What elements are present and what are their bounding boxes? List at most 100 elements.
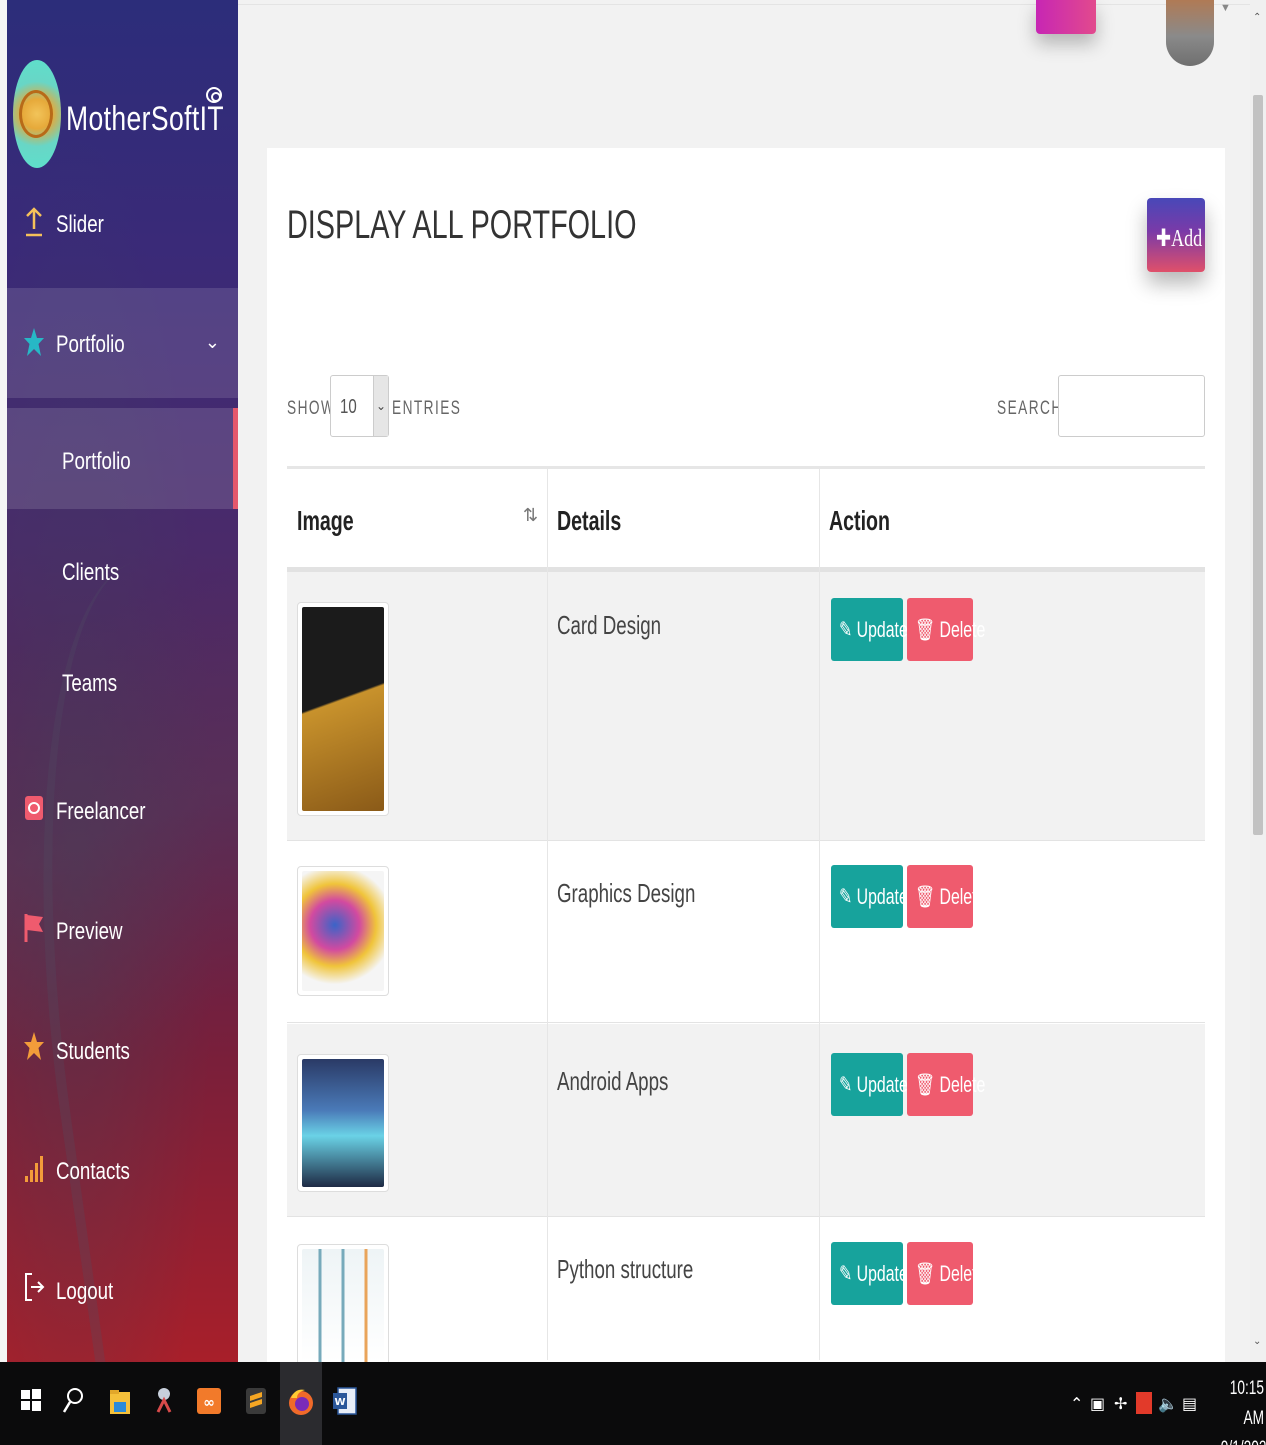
- brand-logo: [13, 60, 61, 168]
- column-header-details[interactable]: Details: [547, 469, 819, 569]
- portfolio-detail: Python structure: [557, 1254, 694, 1284]
- taskbar: ∞ W ⌃ ▣ ✢ 🔈 ▤ 10:15 AM 9/1/2020: [0, 1362, 1266, 1445]
- chevron-down-icon: ⌄: [373, 376, 388, 436]
- table-row: Card Design ✎ Update 🗑 Delete: [287, 572, 1205, 841]
- sidebar-item-freelancer[interactable]: Freelancer: [7, 790, 238, 834]
- sort-icon[interactable]: ⇅: [523, 505, 538, 526]
- table-header: Image ⇅ Details Action: [287, 466, 1205, 572]
- scroll-down-icon[interactable]: ⌄: [1253, 1336, 1261, 1347]
- sidebar-item-label: Teams: [62, 670, 118, 697]
- sidebar-subitem-portfolio[interactable]: Portfolio: [7, 408, 238, 509]
- brand-name: MotherSoftIT: [66, 100, 224, 138]
- upload-icon: [23, 205, 45, 246]
- sidebar-item-students[interactable]: Students: [7, 1030, 238, 1074]
- portfolio-detail: Card Design: [557, 610, 662, 640]
- sidebar-toggle-icon[interactable]: [206, 87, 222, 103]
- chevron-up-icon[interactable]: ⌃: [1070, 1394, 1083, 1414]
- portfolio-thumbnail: [297, 1244, 389, 1368]
- screen: MotherSoftIT Slider Portfolio ⌄ Portfoli…: [0, 0, 1266, 1445]
- sidebar-item-label: Freelancer: [56, 798, 146, 825]
- sidebar-item-label: Portfolio: [62, 448, 131, 475]
- edit-icon: ✎: [839, 884, 853, 909]
- star-icon: [23, 1030, 45, 1071]
- bar-chart-icon: [23, 1150, 45, 1191]
- antivirus-icon[interactable]: [1136, 1392, 1152, 1414]
- portfolio-detail: Android Apps: [557, 1066, 669, 1096]
- sidebar-item-label: Clients: [62, 559, 120, 586]
- sidebar-item-label: Students: [56, 1038, 130, 1065]
- window-edge: [0, 0, 7, 1362]
- topbar-button[interactable]: [1036, 0, 1096, 34]
- portfolio-thumbnail: [297, 1054, 389, 1192]
- delete-button[interactable]: 🗑 Delete: [907, 1242, 985, 1305]
- chevron-down-icon: ⌄: [204, 332, 220, 352]
- sidebar-item-label: Slider: [56, 211, 104, 238]
- show-label: SHOW: [287, 398, 336, 419]
- column-header-image[interactable]: Image ⇅: [287, 469, 547, 569]
- star-icon: [23, 326, 45, 367]
- windows-start-icon[interactable]: [18, 1386, 44, 1422]
- trash-icon: 🗑: [915, 1072, 936, 1097]
- trash-icon: 🗑: [915, 617, 936, 642]
- sidebar-item-contacts[interactable]: Contacts: [7, 1150, 238, 1194]
- portfolio-card: DISPLAY ALL PORTFOLIO ✚Add SHOW 10 ⌄ ENT…: [267, 148, 1225, 1368]
- sidebar-item-preview[interactable]: Preview: [7, 910, 238, 954]
- entries-label: ENTRIES: [392, 398, 462, 419]
- notification-icon[interactable]: ▤: [1182, 1394, 1197, 1414]
- entries-select-value: 10: [340, 396, 357, 418]
- wifi-icon[interactable]: ✢: [1114, 1394, 1127, 1414]
- table-row: Python structure ✎ Update 🗑 Delete: [287, 1218, 1205, 1368]
- word-icon[interactable]: W: [331, 1386, 359, 1422]
- brand[interactable]: MotherSoftIT: [11, 60, 236, 170]
- update-button[interactable]: ✎ Update: [831, 598, 908, 661]
- trash-icon: 🗑: [915, 1261, 936, 1286]
- firefox-icon[interactable]: [286, 1386, 316, 1422]
- logout-icon: [23, 1270, 45, 1311]
- portfolio-thumbnail: [297, 602, 389, 816]
- sidebar-subitem-teams[interactable]: Teams: [7, 666, 238, 706]
- clock-date: 9/1/2020: [1221, 1434, 1266, 1445]
- delete-button[interactable]: 🗑 Delete: [907, 598, 985, 661]
- edit-icon: ✎: [839, 1072, 853, 1097]
- portfolio-thumbnail: [297, 866, 389, 996]
- caret-down-icon[interactable]: ▼: [1220, 2, 1231, 14]
- volume-icon[interactable]: 🔈: [1158, 1394, 1178, 1414]
- clock-time: 10:15 AM: [1229, 1378, 1264, 1429]
- edit-icon: ✎: [839, 1261, 853, 1286]
- search-input[interactable]: [1058, 375, 1205, 437]
- sidebar-item-label: Contacts: [56, 1158, 130, 1185]
- portfolio-detail: Graphics Design: [557, 878, 696, 908]
- delete-button[interactable]: 🗑 Delete: [907, 865, 985, 928]
- sidebar-item-slider[interactable]: Slider: [7, 205, 238, 249]
- entries-select[interactable]: 10 ⌄: [330, 375, 389, 437]
- scroll-up-icon[interactable]: ⌃: [1253, 12, 1261, 23]
- trash-icon: 🗑: [915, 884, 936, 909]
- snipping-tool-icon[interactable]: [150, 1386, 178, 1422]
- table-row: Android Apps ✎ Update 🗑 Delete: [287, 1024, 1205, 1217]
- delete-button[interactable]: 🗑 Delete: [907, 1053, 985, 1116]
- search-icon[interactable]: [60, 1386, 86, 1422]
- scrollbar[interactable]: ⌃ ⌄: [1250, 0, 1266, 1362]
- sidebar-subitem-clients[interactable]: Clients: [7, 555, 238, 595]
- update-button[interactable]: ✎ Update: [831, 1242, 908, 1305]
- update-button[interactable]: ✎ Update: [831, 865, 908, 928]
- scrollbar-thumb[interactable]: [1253, 95, 1263, 835]
- network-icon[interactable]: ▣: [1090, 1394, 1105, 1414]
- add-button[interactable]: ✚Add: [1147, 198, 1205, 272]
- xampp-icon[interactable]: ∞: [195, 1386, 223, 1422]
- flag-icon: [23, 910, 45, 951]
- file-explorer-icon[interactable]: [106, 1386, 134, 1422]
- sublime-text-icon[interactable]: [242, 1386, 270, 1422]
- table-row: Graphics Design ✎ Update 🗑 Delete: [287, 842, 1205, 1023]
- update-button[interactable]: ✎ Update: [831, 1053, 908, 1116]
- camera-icon: [23, 790, 45, 831]
- add-button-label: Add: [1171, 226, 1203, 252]
- sidebar-item-label: Preview: [56, 918, 123, 945]
- avatar[interactable]: [1166, 0, 1214, 66]
- sidebar-item-logout[interactable]: Logout: [7, 1270, 238, 1314]
- sidebar-item-portfolio[interactable]: Portfolio ⌄: [7, 288, 238, 398]
- page-title: DISPLAY ALL PORTFOLIO: [287, 203, 637, 247]
- taskbar-clock[interactable]: 10:15 AM 9/1/2020: [1221, 1374, 1266, 1445]
- column-header-action[interactable]: Action: [819, 469, 1205, 569]
- plus-icon: ✚: [1156, 226, 1172, 252]
